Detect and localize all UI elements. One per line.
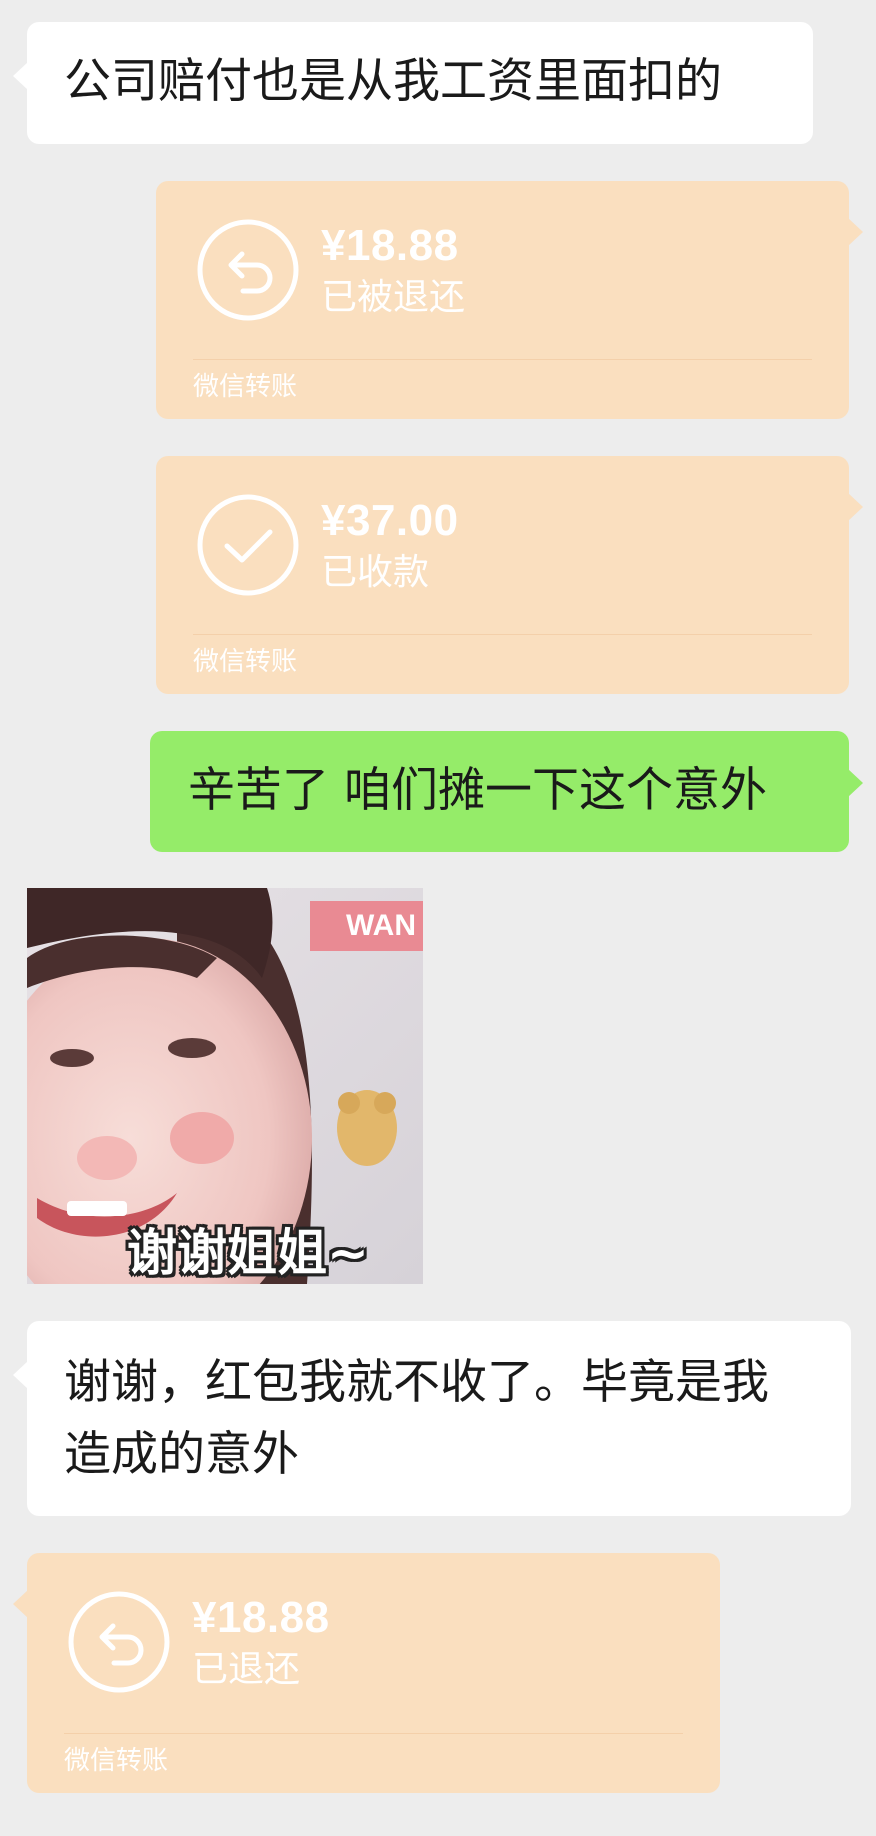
transfer-status: 已被退还 bbox=[321, 277, 466, 318]
transfer-status: 已收款 bbox=[321, 552, 430, 593]
transfer-divider bbox=[193, 634, 812, 635]
sticker-image[interactable]: WAN 谢谢姐姐~ bbox=[27, 888, 423, 1284]
return-arrow-icon bbox=[68, 1591, 170, 1693]
transfer-card-received[interactable]: ¥37.00 已收款 微信转账 bbox=[156, 456, 863, 694]
sticker-caption: 谢谢姐姐~ bbox=[127, 1224, 369, 1282]
transfer-status: 已退还 bbox=[192, 1649, 301, 1690]
transfer-amount: ¥18.88 bbox=[192, 1593, 330, 1642]
transfer-divider bbox=[64, 1733, 683, 1734]
transfer-amount: ¥37.00 bbox=[321, 496, 459, 545]
message-text: 谢谢，红包我就不收了。毕竟是我造成的意外 bbox=[64, 1355, 769, 1482]
transfer-footer-label: 微信转账 bbox=[193, 372, 298, 402]
transfer-card-returned[interactable]: ¥18.88 已退还 微信转账 bbox=[13, 1553, 720, 1793]
transfer-divider bbox=[193, 359, 812, 360]
transfer-footer-label: 微信转账 bbox=[193, 647, 298, 677]
message-text: 辛苦了 咱们摊一下这个意外 bbox=[188, 763, 767, 818]
incoming-message-bubble[interactable]: 公司赔付也是从我工资里面扣的 bbox=[13, 22, 813, 144]
transfer-footer-label: 微信转账 bbox=[64, 1746, 169, 1776]
return-arrow-icon bbox=[197, 219, 299, 321]
transfer-amount: ¥18.88 bbox=[321, 221, 459, 270]
outgoing-message-bubble[interactable]: 辛苦了 咱们摊一下这个意外 bbox=[150, 731, 863, 852]
incoming-message-bubble[interactable]: 谢谢，红包我就不收了。毕竟是我造成的意外 bbox=[13, 1321, 851, 1516]
transfer-card-refunded[interactable]: ¥18.88 已被退还 微信转账 bbox=[156, 181, 863, 419]
chat-conversation: 公司赔付也是从我工资里面扣的 ¥18.88 已被退还 微信转账 ¥37.00 已… bbox=[0, 0, 876, 1836]
message-text: 公司赔付也是从我工资里面扣的 bbox=[64, 54, 722, 109]
sticker-watermark: WAN bbox=[310, 901, 423, 951]
checkmark-icon bbox=[197, 494, 299, 596]
